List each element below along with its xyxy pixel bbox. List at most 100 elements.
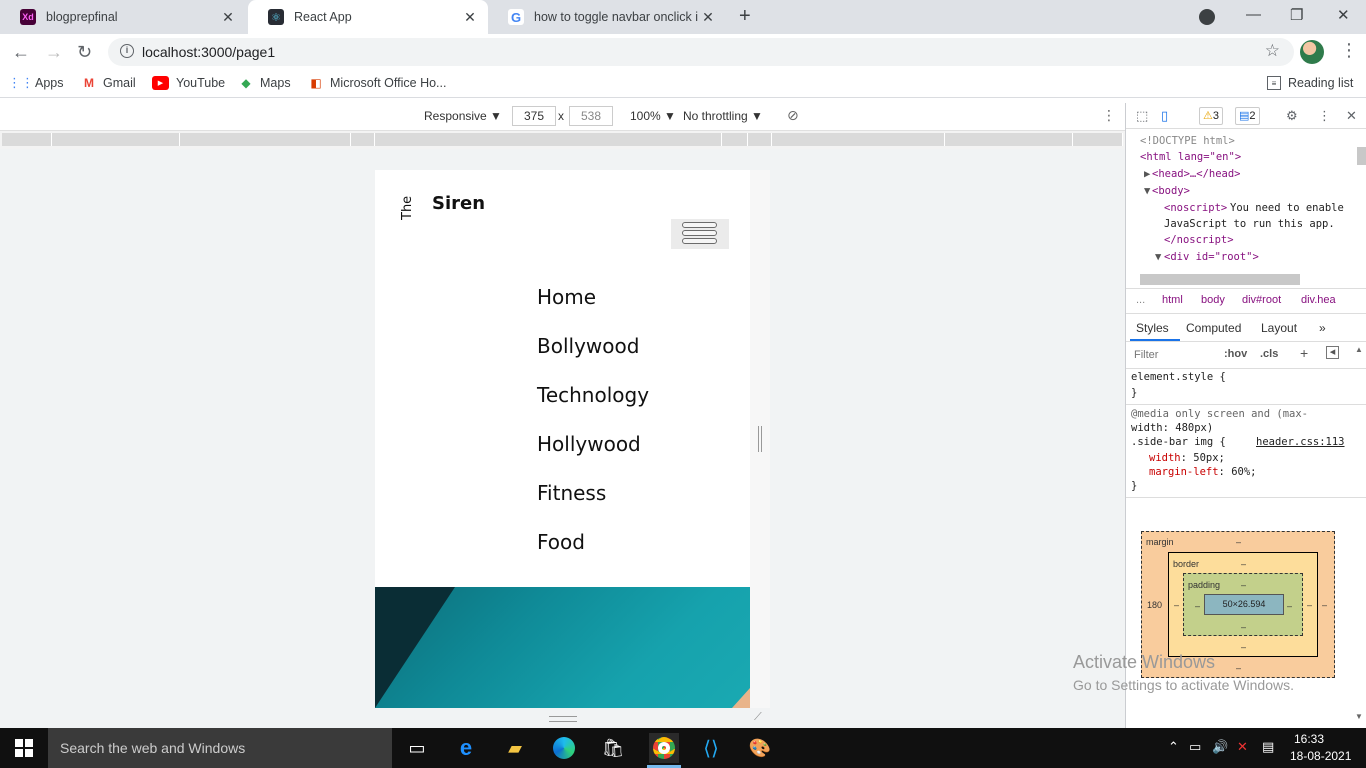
tab-blogprepfinal[interactable]: Xd blogprepfinal ✕ (0, 0, 246, 34)
paint-icon[interactable]: 🎨 (747, 736, 773, 760)
media-query-segment[interactable] (1073, 133, 1123, 146)
file-explorer-icon[interactable]: ▰ (502, 736, 528, 760)
breadcrumb-more[interactable]: ... (1136, 294, 1145, 306)
dom-head[interactable]: <head>…</head> (1152, 168, 1241, 180)
close-icon[interactable]: ✕ (460, 9, 480, 26)
tab-react-app[interactable]: ⚛ React App ✕ (248, 0, 488, 34)
tray-expand-icon[interactable]: ⌃ (1168, 739, 1179, 755)
volume-icon[interactable]: 🔊 (1212, 739, 1228, 755)
device-toggle-icon[interactable]: ▯ (1161, 108, 1168, 124)
tab-google-search[interactable]: G how to toggle navbar onclick in r ✕ (488, 0, 726, 34)
url-text[interactable]: localhost:3000/page1 (142, 44, 275, 60)
responsive-dropdown[interactable]: Responsive ▼ (424, 109, 502, 123)
nav-item-fitness[interactable]: Fitness (537, 481, 606, 505)
taskbar-search-box[interactable]: Search the web and Windows (48, 728, 392, 768)
element-style-rule[interactable]: element.style { (1131, 371, 1226, 383)
chrome-icon[interactable] (649, 733, 679, 763)
clock-date[interactable]: 18-08-2021 (1290, 749, 1351, 763)
media-query-segment[interactable] (945, 133, 1073, 146)
close-icon[interactable]: ✕ (218, 9, 238, 26)
bookmark-apps[interactable]: ⋮⋮ Apps (8, 75, 64, 90)
reading-list-button[interactable]: ≡ Reading list (1267, 76, 1353, 90)
devtools-close-icon[interactable]: ✕ (1346, 108, 1357, 124)
rotate-icon[interactable]: ⊘ (787, 107, 799, 124)
hov-toggle[interactable]: :hov (1224, 348, 1247, 360)
bookmark-star-icon[interactable]: ☆ (1265, 41, 1280, 61)
edge-icon[interactable] (551, 736, 577, 760)
nav-item-food[interactable]: Food (537, 530, 585, 554)
resize-handle-right[interactable] (758, 426, 762, 452)
dom-body[interactable]: <body> (1152, 185, 1190, 197)
window-close-icon[interactable]: ✕ (1337, 6, 1350, 24)
restore-icon[interactable]: ❐ (1290, 6, 1303, 24)
resize-corner-icon[interactable]: ⟋ (754, 711, 762, 724)
back-icon[interactable]: ← (12, 42, 30, 63)
breadcrumb-body[interactable]: body (1201, 294, 1225, 306)
media-query-segment[interactable] (180, 133, 351, 146)
nav-item-technology[interactable]: Technology (537, 383, 649, 407)
dom-div-root[interactable]: <div id="root"> (1164, 251, 1259, 263)
box-model-content[interactable]: 50×26.594 (1204, 594, 1284, 615)
tab-layout[interactable]: Layout (1261, 321, 1297, 335)
more-tabs-icon[interactable]: » (1319, 321, 1326, 335)
media-query-segment[interactable] (722, 133, 748, 146)
settings-gear-icon[interactable]: ⚙ (1286, 108, 1298, 124)
tab-search-icon[interactable] (1199, 9, 1215, 25)
dom-doctype[interactable]: <!DOCTYPE html> (1140, 135, 1235, 147)
close-icon[interactable]: ✕ (698, 9, 718, 26)
height-input[interactable]: 538 (569, 106, 613, 126)
clock-time[interactable]: 16:33 (1294, 732, 1324, 746)
box-model-border[interactable]: border – – – – padding – – – – 50×26.594 (1168, 552, 1318, 657)
forward-icon[interactable]: → (45, 42, 63, 63)
warnings-badge[interactable]: ⚠3 (1199, 107, 1223, 125)
edge-legacy-icon[interactable]: e (453, 735, 479, 760)
styles-filter-input[interactable] (1130, 346, 1214, 364)
nav-item-hollywood[interactable]: Hollywood (537, 432, 641, 456)
address-bar[interactable]: i localhost:3000/page1 ☆ (108, 38, 1294, 66)
dom-horizontal-scrollbar[interactable] (1140, 274, 1300, 285)
media-query-segment[interactable] (2, 133, 52, 146)
tab-computed[interactable]: Computed (1186, 321, 1241, 335)
new-tab-button[interactable]: + (739, 5, 751, 28)
nav-item-bollywood[interactable]: Bollywood (537, 334, 639, 358)
device-more-icon[interactable]: ⋮ (1102, 107, 1116, 124)
expand-icon[interactable]: ▶ (1144, 168, 1150, 180)
minimize-icon[interactable]: — (1246, 6, 1261, 23)
bookmark-maps[interactable]: ◆ Maps (239, 76, 290, 90)
notifications-icon[interactable]: ▤ (1262, 739, 1274, 755)
network-icon[interactable]: ✕ (1237, 739, 1248, 755)
bookmark-microsoft-office[interactable]: ◧ Microsoft Office Ho... (309, 76, 446, 90)
dom-noscript-open[interactable]: <noscript> (1164, 202, 1227, 214)
css-property[interactable]: width: 50px; (1149, 452, 1225, 464)
site-info-icon[interactable]: i (120, 44, 134, 58)
profile-avatar[interactable] (1300, 40, 1324, 64)
dom-html[interactable]: <html lang="en"> (1140, 151, 1241, 163)
styles-scroll-up-icon[interactable]: ▲ (1355, 345, 1363, 354)
store-icon[interactable]: 🛍 (600, 736, 626, 760)
brand-logo[interactable]: Siren (432, 193, 485, 214)
resize-handle-bottom[interactable] (549, 716, 577, 722)
styles-scroll-down-icon[interactable]: ▼ (1355, 712, 1363, 721)
breadcrumb-div-root[interactable]: div#root (1242, 294, 1281, 306)
breadcrumb-html[interactable]: html (1162, 294, 1183, 306)
dom-noscript-close[interactable]: </noscript> (1164, 234, 1234, 246)
media-query-segment[interactable] (351, 133, 375, 146)
bookmark-youtube[interactable]: ▶ YouTube (152, 76, 225, 90)
menu-toggle-button[interactable] (671, 219, 729, 249)
windows-start-icon[interactable] (11, 736, 37, 760)
media-query-segment[interactable] (772, 133, 945, 146)
dom-vertical-scrollbar[interactable] (1357, 147, 1366, 165)
zoom-dropdown[interactable]: 100% ▼ (630, 109, 676, 123)
cls-toggle[interactable]: .cls (1260, 348, 1278, 360)
breadcrumb-div-header[interactable]: div.hea (1301, 294, 1336, 306)
collapse-icon[interactable]: ▼ (1144, 185, 1150, 197)
media-query-bar[interactable] (0, 131, 1125, 149)
inspect-element-icon[interactable]: ⬚ (1136, 108, 1148, 124)
toggle-sidebar-icon[interactable]: ◂ (1326, 346, 1339, 359)
width-input[interactable]: 375 (512, 106, 556, 126)
task-view-icon[interactable]: ▭ (404, 736, 430, 760)
devtools-menu-icon[interactable]: ⋮ (1318, 108, 1331, 124)
bookmark-gmail[interactable]: M Gmail (82, 76, 136, 90)
battery-icon[interactable]: ▭ (1189, 739, 1201, 755)
source-link[interactable]: header.css:113 (1256, 436, 1345, 448)
